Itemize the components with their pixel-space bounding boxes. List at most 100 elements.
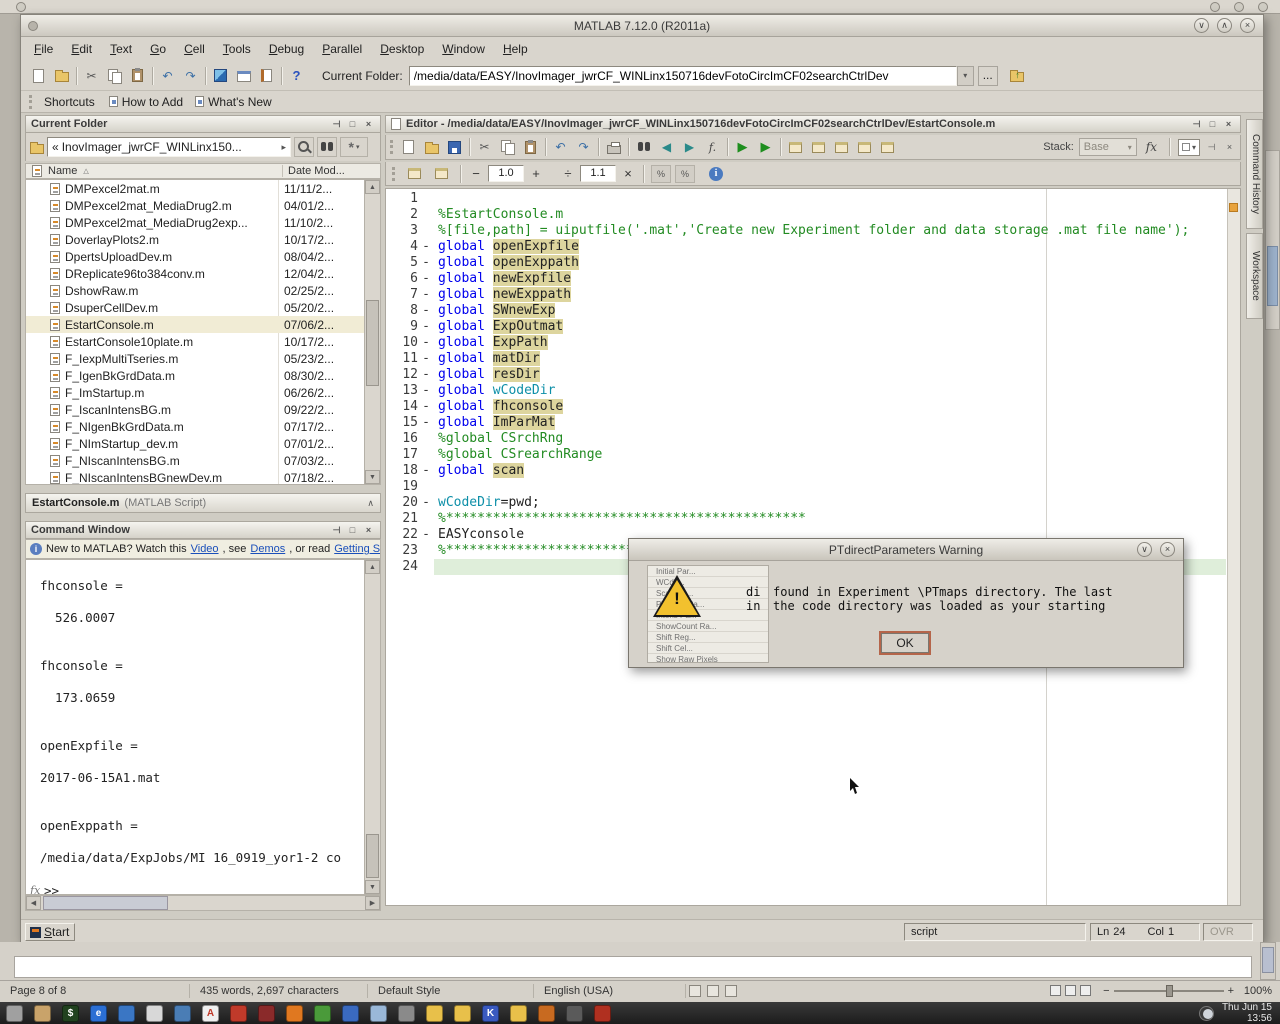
command-window[interactable]: fhconsole = 526.0007fhconsole = 173.0659… — [25, 559, 381, 895]
insert-function-button[interactable]: fx — [1142, 140, 1161, 154]
command-window-hscrollbar[interactable]: ◀ ▶ — [25, 895, 381, 911]
taskbar-icon-blue[interactable] — [342, 1005, 359, 1022]
undo-button[interactable]: ↶ — [549, 136, 572, 159]
cell3-button[interactable] — [830, 136, 853, 159]
code-line[interactable]: 12-global resDir — [386, 367, 1226, 383]
redo-button[interactable]: ↷ — [179, 64, 202, 87]
file-detail-bar[interactable]: EstartConsole.m (MATLAB Script) ∧ — [25, 493, 381, 513]
code-line[interactable]: 2%EstartConsole.m — [386, 207, 1226, 223]
cell2-button[interactable] — [807, 136, 830, 159]
file-row[interactable]: F_NIscanIntensBGnewDev.m07/18/2... — [26, 469, 364, 485]
close-button[interactable]: × — [1222, 118, 1235, 131]
value-step-input[interactable]: 1.0 — [488, 165, 524, 182]
help-button[interactable]: ? — [285, 64, 308, 87]
decrement-value-button[interactable]: − — [468, 166, 484, 181]
forward-button[interactable]: ▶ — [678, 136, 701, 159]
file-row[interactable]: F_NIscanIntensBG.m07/03/2... — [26, 452, 364, 469]
cell5-button[interactable] — [876, 136, 899, 159]
toolbar-grip[interactable] — [29, 95, 32, 109]
scroll-left-icon[interactable]: ◀ — [26, 896, 41, 910]
clock[interactable]: Thu Jun 15 13:56 — [1222, 1002, 1272, 1024]
toolbar-grip[interactable] — [390, 140, 393, 154]
close-button[interactable]: × — [1160, 542, 1175, 557]
run-button[interactable]: ▶ — [731, 136, 754, 159]
menu-text[interactable]: Text — [101, 38, 141, 60]
scroll-down-icon[interactable]: ▼ — [365, 880, 380, 894]
column-divider[interactable] — [282, 165, 283, 177]
writer-style-status[interactable]: Default Style — [368, 984, 534, 998]
menu-cell[interactable]: Cell — [175, 38, 214, 60]
taskbar-icon-maroon[interactable] — [258, 1005, 275, 1022]
maximize-button[interactable]: □ — [346, 524, 359, 537]
taskbar-icon-texteditor[interactable] — [146, 1005, 163, 1022]
warning-dialog[interactable]: PTdirectParameters Warning ∨× Initial Pa… — [628, 538, 1184, 668]
guide-button[interactable] — [232, 64, 255, 87]
file-row[interactable]: DpertsUploadDev.m08/04/2... — [26, 248, 364, 265]
new-button[interactable] — [397, 136, 420, 159]
undock-button[interactable]: ⊣ — [330, 524, 343, 537]
zoom-slider[interactable] — [1114, 990, 1224, 992]
shortcut-how-to-add[interactable]: How to Add — [109, 95, 183, 109]
taskbar-icon-matlab[interactable] — [594, 1005, 611, 1022]
find-files-button[interactable] — [317, 137, 337, 157]
undo-button[interactable]: ↶ — [156, 64, 179, 87]
cell1-button[interactable] — [784, 136, 807, 159]
breadcrumb[interactable]: « InovImager_jwrCF_WINLinx150... ▸ — [47, 137, 291, 157]
writer-selection-mode-icon[interactable] — [707, 985, 719, 997]
code-line[interactable]: 6-global newExpfile — [386, 271, 1226, 287]
copy-button[interactable] — [496, 136, 519, 159]
scrollbar-thumb[interactable] — [43, 896, 168, 910]
zoom-out-icon[interactable]: − — [1103, 985, 1109, 997]
file-row[interactable]: DMPexcel2mat_MediaDrug2.m04/01/2... — [26, 197, 364, 214]
undock-button[interactable]: ⊣ — [330, 118, 343, 131]
code-line[interactable]: 16%global CSrchRng — [386, 431, 1226, 447]
writer-unsaved-icon[interactable] — [725, 985, 737, 997]
close-button[interactable]: × — [362, 118, 375, 131]
findfx-button[interactable]: f. — [701, 136, 724, 159]
info-icon[interactable]: i — [709, 167, 723, 181]
paste-button[interactable] — [519, 136, 542, 159]
scroll-down-icon[interactable]: ▼ — [365, 470, 380, 484]
menu-edit[interactable]: Edit — [62, 38, 101, 60]
taskbar-icon-archive[interactable] — [34, 1005, 51, 1022]
runsection-button[interactable]: ▶ — [754, 136, 777, 159]
multiply-value-button[interactable]: × — [620, 166, 636, 181]
code-line[interactable]: 20-wCodeDir=pwd; — [386, 495, 1226, 511]
file-list-scrollbar[interactable]: ▲ ▼ — [364, 180, 380, 484]
new-button[interactable] — [27, 64, 50, 87]
taskbar-icon-orange[interactable] — [286, 1005, 303, 1022]
zoom-slider-thumb[interactable] — [1166, 985, 1173, 997]
actions-button[interactable]: *▾ — [340, 137, 368, 157]
unshade-button[interactable]: ∧ — [1217, 18, 1232, 33]
toolbar-grip[interactable] — [392, 167, 395, 181]
open-button[interactable] — [50, 64, 73, 87]
writer-view-book-icon[interactable] — [1080, 985, 1091, 996]
shortcut-what-s-new[interactable]: What's New — [195, 95, 272, 109]
taskbar-icon-gimp[interactable] — [566, 1005, 583, 1022]
code-line[interactable]: 4-global openExpfile — [386, 239, 1226, 255]
taskbar-icon-sphere[interactable] — [6, 1005, 23, 1022]
writer-scrollbar-thumb[interactable] — [1262, 947, 1274, 973]
tab-command-history[interactable]: Command History — [1246, 119, 1263, 229]
close-editor-button[interactable]: × — [1223, 141, 1236, 154]
code-line[interactable]: 17%global CSrearchRange — [386, 447, 1226, 463]
scroll-up-icon[interactable]: ▲ — [365, 180, 380, 194]
menu-tools[interactable]: Tools — [214, 38, 260, 60]
scrollbar-thumb[interactable] — [366, 300, 379, 386]
scroll-up-icon[interactable]: ▲ — [365, 560, 380, 574]
menu-help[interactable]: Help — [494, 38, 537, 60]
find-button[interactable] — [632, 136, 655, 159]
current-folder-dropdown[interactable]: ▾ — [957, 66, 974, 86]
ok-button[interactable]: OK — [881, 633, 929, 653]
cell-divide-button[interactable] — [430, 162, 453, 185]
taskbar-icon-display[interactable] — [118, 1005, 135, 1022]
paste-button[interactable] — [126, 64, 149, 87]
increment-value-button[interactable]: + — [528, 166, 544, 181]
menu-window[interactable]: Window — [433, 38, 494, 60]
start-button[interactable]: Start — [25, 923, 75, 941]
maximize-button[interactable]: □ — [1206, 118, 1219, 131]
file-row[interactable]: F_NImStartup_dev.m07/01/2... — [26, 435, 364, 452]
print-button[interactable] — [602, 136, 625, 159]
uncomment-button[interactable]: % — [675, 165, 695, 183]
writer-scrollbar[interactable] — [1260, 942, 1276, 980]
